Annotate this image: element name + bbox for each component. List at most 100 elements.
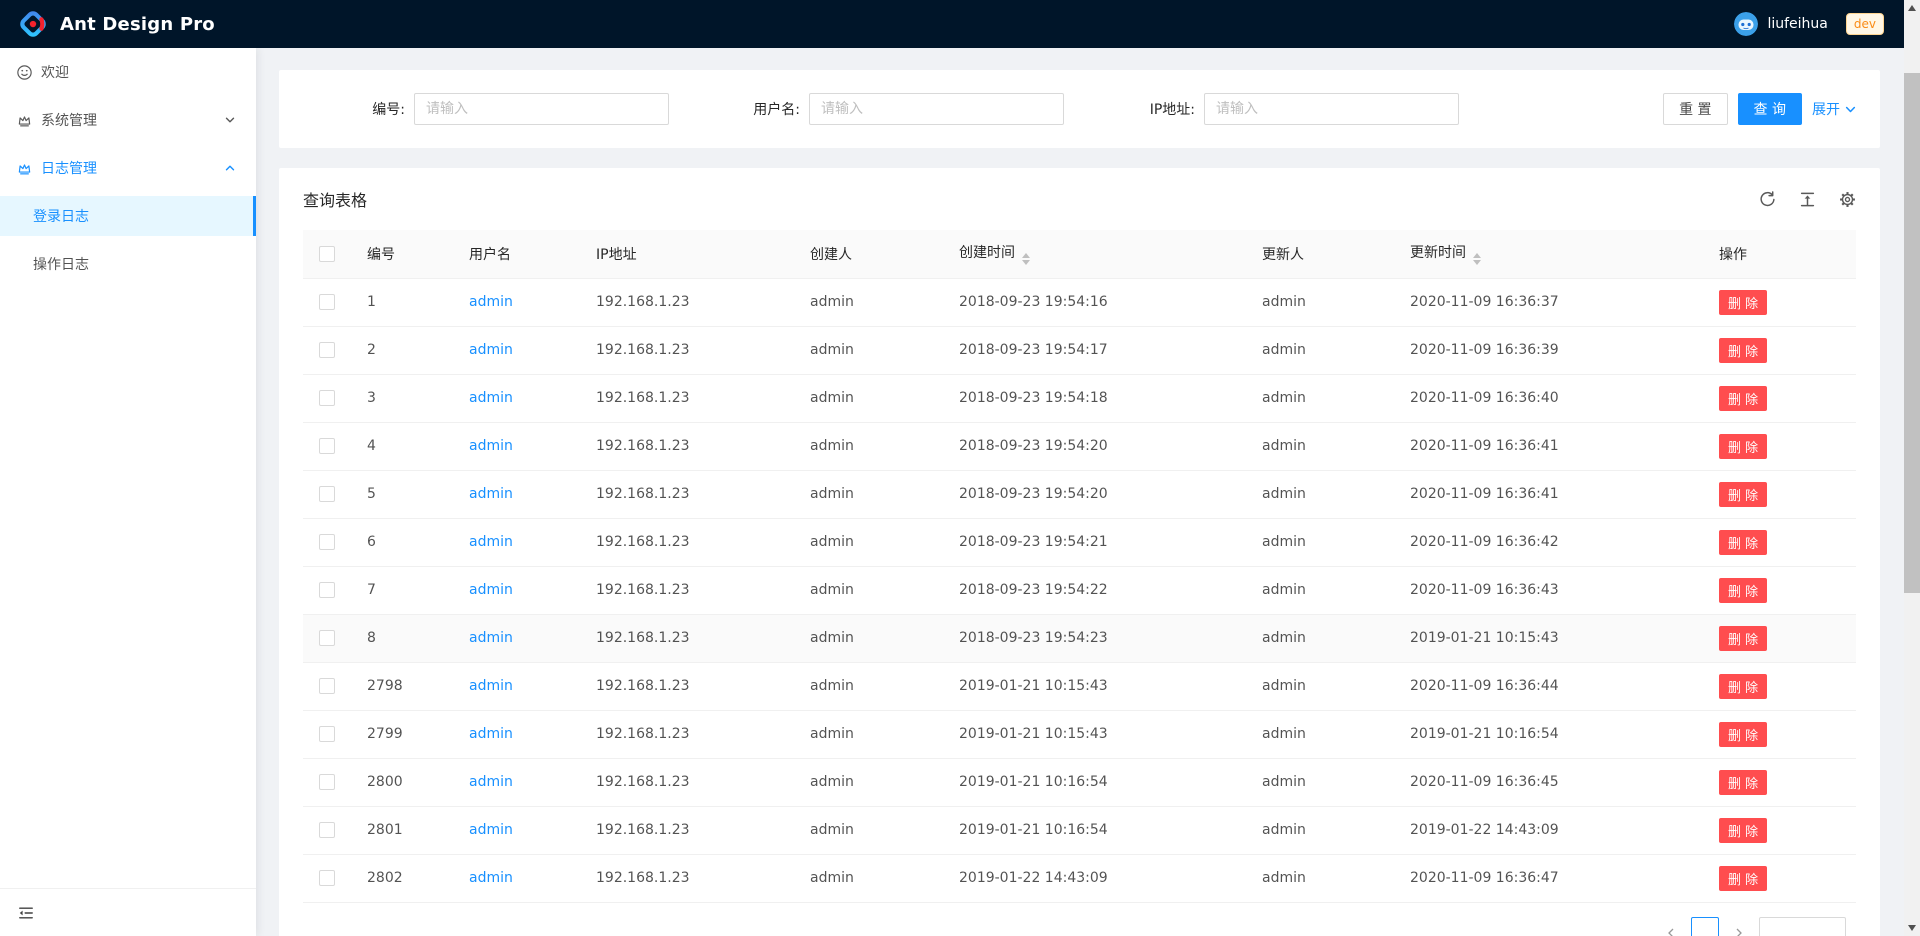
table-body: 1 admin 192.168.1.23 admin 2018-09-23 19…	[303, 278, 1856, 902]
delete-button[interactable]: 删 除	[1719, 434, 1767, 459]
delete-button[interactable]: 删 除	[1719, 482, 1767, 507]
id-field[interactable]	[414, 93, 669, 125]
column-height-icon[interactable]	[1799, 191, 1816, 208]
reload-icon[interactable]	[1759, 191, 1776, 208]
row-checkbox[interactable]	[319, 774, 335, 790]
query-button[interactable]: 查 询	[1738, 93, 1802, 125]
row-checkbox[interactable]	[319, 438, 335, 454]
query-table-card: 查询表格	[279, 168, 1880, 936]
app-root: Ant Design Pro liufeihua dev	[0, 0, 1920, 936]
delete-button[interactable]: 删 除	[1719, 722, 1767, 747]
username-link[interactable]: admin	[469, 582, 513, 598]
cell-creator: admin	[794, 710, 943, 758]
setting-icon[interactable]	[1839, 191, 1856, 208]
prev-page-button[interactable]	[1659, 917, 1683, 936]
row-checkbox[interactable]	[319, 630, 335, 646]
delete-button[interactable]: 删 除	[1719, 530, 1767, 555]
search-actions: 重 置 查 询 展开	[1663, 93, 1856, 125]
cell-id: 5	[351, 470, 453, 518]
username-link[interactable]: admin	[469, 774, 513, 790]
cell-ip: 192.168.1.23	[580, 662, 794, 710]
row-checkbox[interactable]	[319, 390, 335, 406]
menu-fold-icon[interactable]	[18, 905, 34, 921]
sidebar-item-welcome[interactable]: 欢迎	[0, 52, 256, 92]
cell-creator: admin	[794, 806, 943, 854]
sort-carets-icon[interactable]	[1473, 253, 1481, 265]
cell-creator: admin	[794, 422, 943, 470]
table-row: 2 admin 192.168.1.23 admin 2018-09-23 19…	[303, 326, 1856, 374]
cell-creator: admin	[794, 614, 943, 662]
table-row: 4 admin 192.168.1.23 admin 2018-09-23 19…	[303, 422, 1856, 470]
cell-created-time: 2018-09-23 19:54:17	[943, 326, 1246, 374]
row-checkbox[interactable]	[319, 486, 335, 502]
scrollbar-thumb[interactable]	[1904, 73, 1920, 593]
sidebar-menu: 欢迎 系统管理 日志管理 登录日志	[0, 48, 256, 284]
user-avatar[interactable]	[1734, 12, 1758, 36]
column-header-id: 编号	[351, 230, 453, 278]
vertical-scrollbar[interactable]	[1904, 0, 1920, 936]
username-link[interactable]: admin	[469, 342, 513, 358]
delete-button[interactable]: 删 除	[1719, 578, 1767, 603]
username-link[interactable]: admin	[469, 534, 513, 550]
row-checkbox[interactable]	[319, 870, 335, 886]
ip-field[interactable]	[1204, 93, 1459, 125]
row-checkbox[interactable]	[319, 678, 335, 694]
column-header-updated-time[interactable]: 更新时间	[1394, 230, 1703, 278]
delete-button[interactable]: 删 除	[1719, 338, 1767, 363]
delete-button[interactable]: 删 除	[1719, 866, 1767, 891]
cell-id: 2800	[351, 758, 453, 806]
cell-created-time: 2018-09-23 19:54:22	[943, 566, 1246, 614]
username-link[interactable]: admin	[469, 822, 513, 838]
cell-updater: admin	[1246, 422, 1394, 470]
cell-creator: admin	[794, 662, 943, 710]
delete-button[interactable]: 删 除	[1719, 386, 1767, 411]
sidebar-item-log-management[interactable]: 日志管理	[0, 148, 256, 188]
expand-toggle[interactable]: 展开	[1812, 99, 1856, 119]
username-link[interactable]: admin	[469, 390, 513, 406]
delete-button[interactable]: 删 除	[1719, 626, 1767, 651]
username-link[interactable]: admin	[469, 726, 513, 742]
username-link[interactable]: admin	[469, 630, 513, 646]
reset-button[interactable]: 重 置	[1663, 93, 1727, 125]
row-checkbox[interactable]	[319, 822, 335, 838]
username-field[interactable]	[809, 93, 1064, 125]
app-title: Ant Design Pro	[60, 14, 215, 35]
row-checkbox[interactable]	[319, 342, 335, 358]
cell-created-time: 2018-09-23 19:54:21	[943, 518, 1246, 566]
delete-button[interactable]: 删 除	[1719, 818, 1767, 843]
page-size-select[interactable]	[1759, 917, 1846, 936]
username-link[interactable]: admin	[469, 486, 513, 502]
row-checkbox[interactable]	[319, 534, 335, 550]
select-all-checkbox[interactable]	[319, 246, 335, 262]
username-link[interactable]: admin	[469, 678, 513, 694]
cell-updater: admin	[1246, 374, 1394, 422]
username-link[interactable]: admin	[469, 438, 513, 454]
sidebar-item-login-log[interactable]: 登录日志	[0, 196, 256, 236]
sidebar-footer	[0, 888, 256, 936]
cell-id: 2	[351, 326, 453, 374]
cell-created-time: 2018-09-23 19:54:16	[943, 278, 1246, 326]
cell-created-time: 2018-09-23 19:54:20	[943, 470, 1246, 518]
cell-ip: 192.168.1.23	[580, 806, 794, 854]
cell-created-time: 2019-01-21 10:16:54	[943, 806, 1246, 854]
column-header-created-time[interactable]: 创建时间	[943, 230, 1246, 278]
row-checkbox[interactable]	[319, 294, 335, 310]
user-name[interactable]: liufeihua	[1767, 16, 1827, 32]
sidebar-item-operation-log[interactable]: 操作日志	[0, 244, 256, 284]
delete-button[interactable]: 删 除	[1719, 290, 1767, 315]
row-checkbox[interactable]	[319, 726, 335, 742]
sidebar-item-system-management[interactable]: 系统管理	[0, 100, 256, 140]
cell-id: 6	[351, 518, 453, 566]
sort-carets-icon[interactable]	[1022, 253, 1030, 265]
page-1-button[interactable]	[1691, 917, 1719, 936]
scrollbar-down-arrow-icon[interactable]	[1908, 925, 1916, 931]
row-checkbox[interactable]	[319, 582, 335, 598]
delete-button[interactable]: 删 除	[1719, 770, 1767, 795]
scrollbar-up-arrow-icon[interactable]	[1908, 5, 1916, 11]
delete-button[interactable]: 删 除	[1719, 674, 1767, 699]
cell-id: 2798	[351, 662, 453, 710]
username-link[interactable]: admin	[469, 294, 513, 310]
username-link[interactable]: admin	[469, 870, 513, 886]
cell-id: 2801	[351, 806, 453, 854]
next-page-button[interactable]	[1727, 917, 1751, 936]
